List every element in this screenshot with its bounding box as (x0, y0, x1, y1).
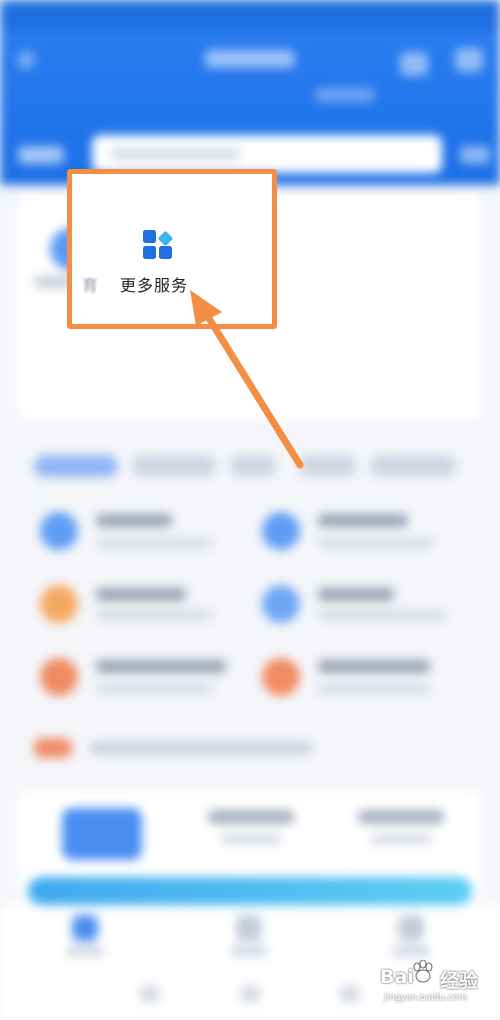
watermark-brand-right: 经验 (440, 970, 479, 992)
watermark-brand-left: Bai (380, 966, 414, 988)
quick-action-desc (370, 834, 432, 844)
back-icon[interactable] (18, 52, 34, 68)
list-item-icon[interactable] (262, 585, 300, 623)
partial-service-label: 育 (82, 276, 99, 295)
quick-action-button[interactable] (62, 808, 142, 860)
list-item-desc (96, 610, 212, 620)
list-item-icon[interactable] (262, 658, 300, 696)
paw-icon (413, 960, 433, 983)
nav-label (66, 946, 104, 956)
notice-text[interactable] (90, 742, 312, 754)
list-item-icon[interactable] (40, 512, 78, 550)
category-tabs (34, 455, 464, 479)
quick-action-title[interactable] (358, 810, 444, 824)
tab[interactable] (132, 455, 216, 477)
nav-label (392, 946, 430, 956)
status-bar (0, 0, 500, 30)
list-item-title (318, 588, 394, 601)
list-item-title (96, 660, 226, 673)
nav-home-icon[interactable] (72, 915, 98, 941)
header-subtitle (315, 88, 375, 102)
nav-icon[interactable] (236, 915, 262, 941)
message-icon[interactable] (400, 52, 428, 76)
scan-icon[interactable] (460, 146, 490, 164)
tab-active[interactable] (34, 455, 118, 477)
list-item-desc (318, 684, 430, 694)
quick-action-desc (220, 834, 282, 844)
list-item-title (318, 660, 430, 673)
list-item-desc (318, 538, 434, 548)
notice-badge (34, 738, 72, 758)
list-item-title (96, 514, 172, 527)
list-item-desc (318, 610, 446, 620)
watermark-url: jingyan.baidu.com (384, 993, 468, 1003)
tab[interactable] (298, 455, 356, 477)
list-item-desc (96, 684, 212, 694)
system-back-icon[interactable] (140, 985, 160, 1003)
quick-action-title[interactable] (208, 810, 294, 824)
grid-apps-icon[interactable] (142, 228, 174, 260)
list-item-desc (96, 538, 212, 548)
city-selector[interactable] (18, 146, 64, 164)
search-placeholder (110, 148, 240, 160)
baidu-jingyan-watermark: Bai 经验 jingyan.baidu.com (380, 960, 492, 1014)
blurred-app-background (0, 0, 500, 1020)
tab[interactable] (370, 455, 456, 477)
nav-icon[interactable] (398, 915, 424, 941)
system-home-icon[interactable] (240, 985, 260, 1003)
promo-banner[interactable] (28, 877, 472, 905)
more-services-label[interactable]: 更多服务 (120, 272, 200, 296)
menu-icon[interactable] (455, 48, 483, 72)
list-item-icon[interactable] (40, 658, 78, 696)
nav-label (230, 946, 268, 956)
list-item-title (318, 514, 408, 527)
tab[interactable] (230, 455, 276, 477)
list-item-title (96, 588, 186, 601)
list-item-icon[interactable] (40, 585, 78, 623)
header-title (205, 50, 295, 68)
system-recent-icon[interactable] (340, 985, 360, 1003)
list-item-icon[interactable] (262, 512, 300, 550)
